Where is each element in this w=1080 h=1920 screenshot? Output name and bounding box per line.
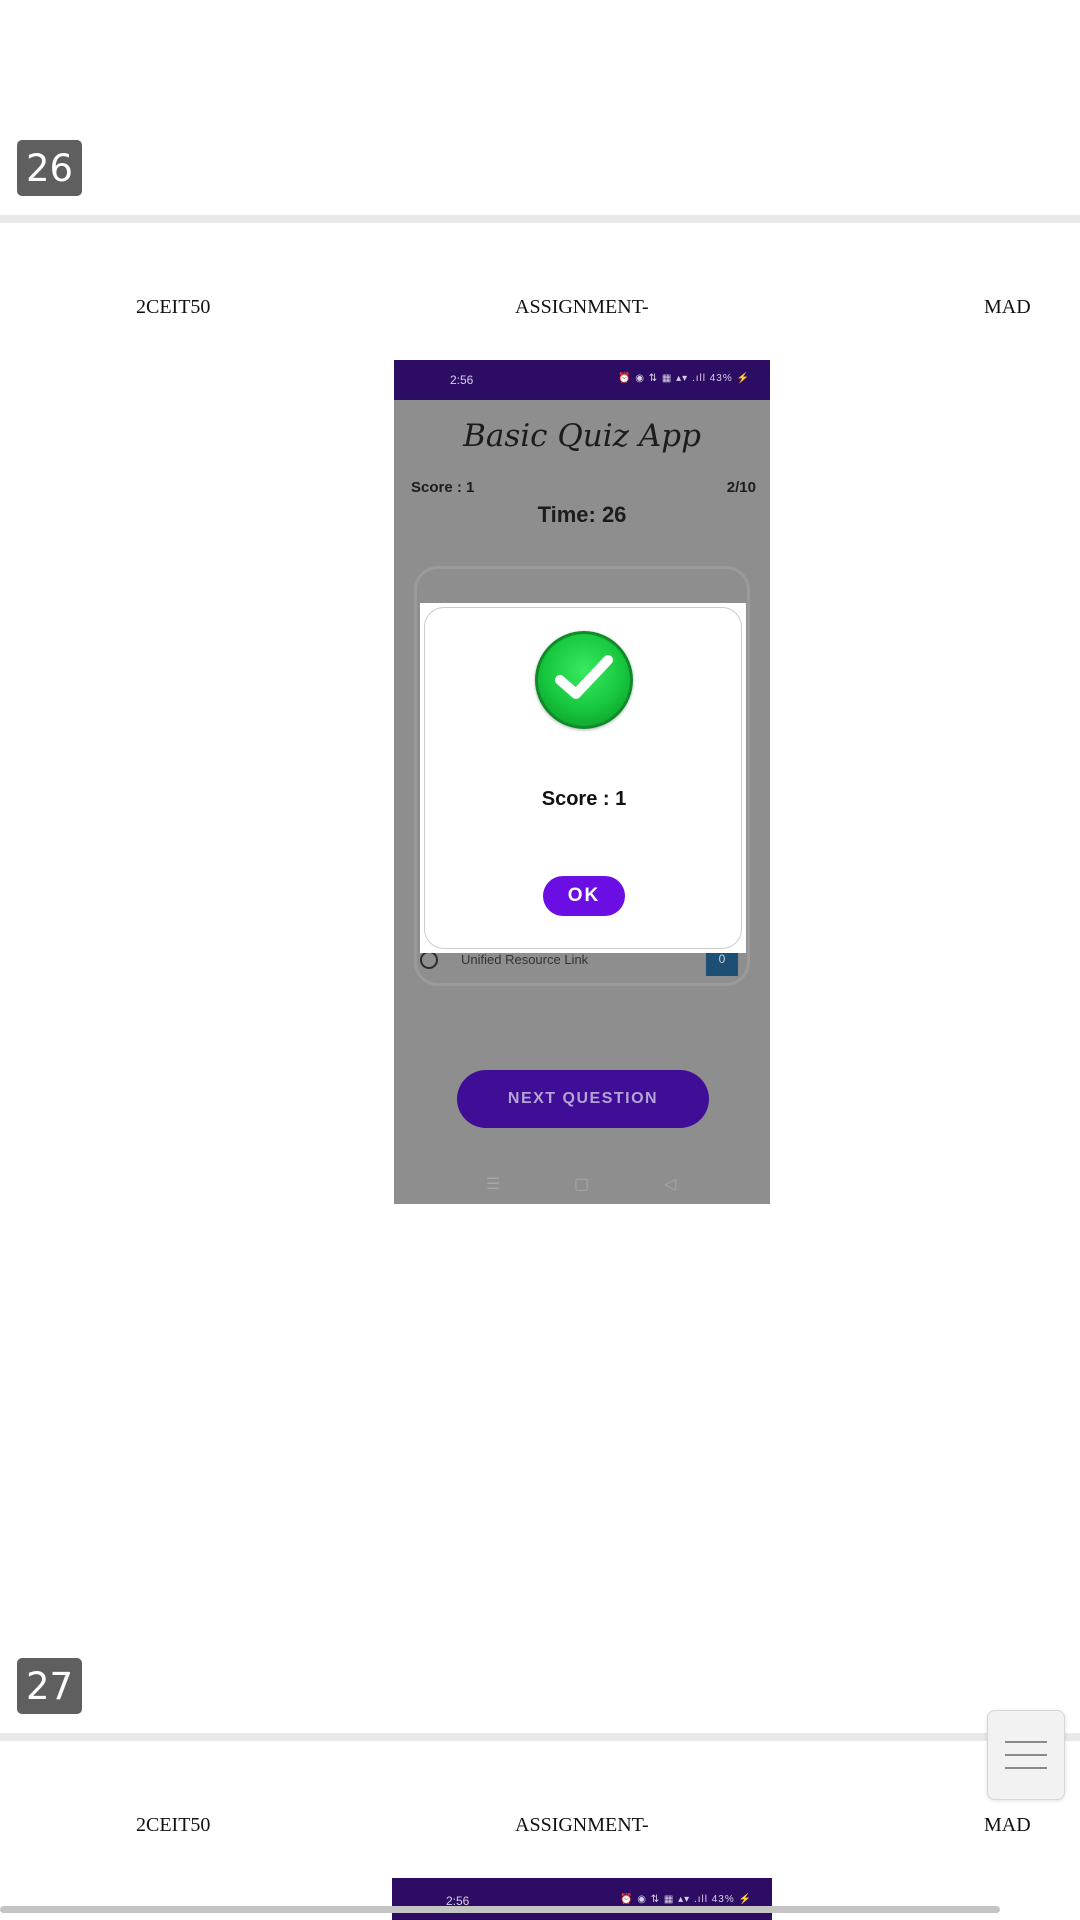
check-icon: [535, 631, 633, 729]
header-left: 2CEIT50: [136, 296, 211, 318]
home-icon[interactable]: ▢: [574, 1174, 589, 1194]
result-dialog: Score : 1 OK: [424, 607, 742, 949]
menu-icon[interactable]: ☰: [486, 1174, 500, 1194]
menu-icon: [1005, 1741, 1047, 1743]
timer-label: Time: 26: [537, 502, 627, 527]
question-progress: 2/10: [726, 479, 756, 496]
header-center: ASSIGNMENT-: [515, 296, 649, 318]
app-screenshot: 2:56 ⏰ ◉ ⇅ ▦ ▴▾ .ıll 43% ⚡ Basic Quiz Ap…: [394, 360, 770, 1204]
page-number-badge: 26: [17, 140, 82, 196]
header-left: 2CEIT50: [136, 1814, 211, 1836]
header-center: ASSIGNMENT-: [515, 1814, 649, 1836]
status-icons: ⏰ ◉ ⇅ ▦ ▴▾ .ıll 43% ⚡: [620, 1894, 752, 1905]
status-time: 2:56: [450, 373, 474, 387]
menu-icon: [1005, 1767, 1047, 1769]
option-label: Unified Resource Link: [461, 952, 589, 967]
ok-button[interactable]: OK: [543, 876, 625, 916]
horizontal-scrollbar[interactable]: [0, 1906, 1000, 1913]
page-number-badge: 27: [17, 1658, 82, 1714]
dialog-score: Score : 1: [541, 788, 627, 810]
menu-icon: [1005, 1754, 1047, 1756]
page-divider: [0, 1733, 1080, 1741]
header-right: MAD: [984, 296, 1031, 318]
app-screenshot-2: 2:56 ⏰ ◉ ⇅ ▦ ▴▾ .ıll 43% ⚡: [392, 1878, 772, 1920]
page-divider: [0, 215, 1080, 223]
header-right: MAD: [984, 1814, 1031, 1836]
nav-bar: ☰ ▢ ◁: [394, 1166, 770, 1204]
next-question-button[interactable]: NEXT QUESTION: [457, 1070, 709, 1128]
result-dialog-frame: Score : 1 OK: [420, 603, 746, 953]
app-title: Basic Quiz App: [463, 418, 701, 454]
status-icons: ⏰ ◉ ⇅ ▦ ▴▾ .ıll 43% ⚡: [618, 373, 750, 384]
back-icon[interactable]: ◁: [664, 1174, 676, 1194]
score-label: Score : 1: [411, 479, 475, 496]
option-radio[interactable]: [420, 951, 438, 969]
status-bar: 2:56 ⏰ ◉ ⇅ ▦ ▴▾ .ıll 43% ⚡: [394, 360, 770, 400]
hamburger-menu-button[interactable]: [987, 1710, 1065, 1800]
